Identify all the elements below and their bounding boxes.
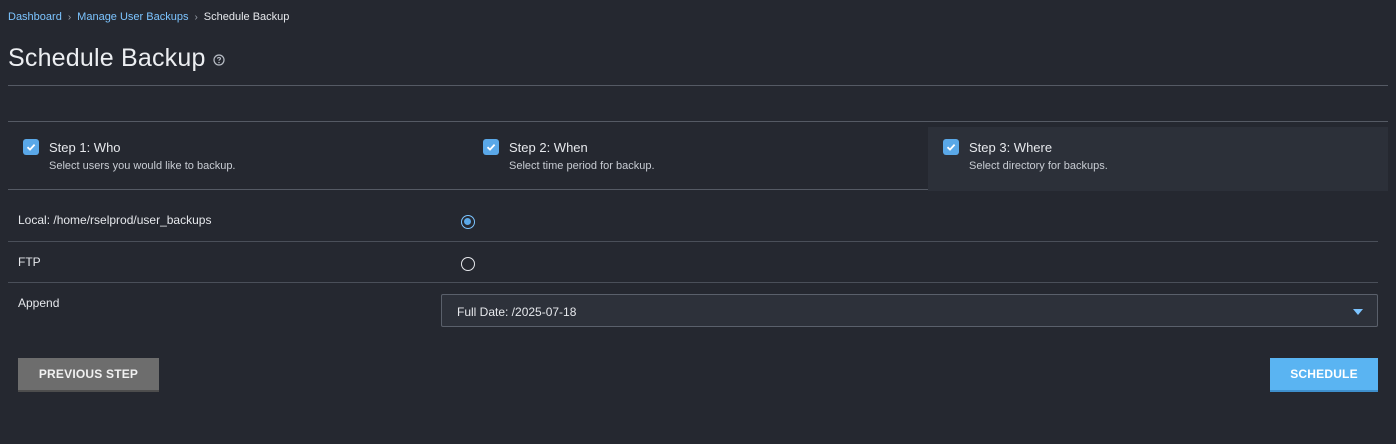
breadcrumb: Dashboard › Manage User Backups › Schedu… — [8, 11, 289, 23]
destination-ftp-label: FTP — [18, 255, 41, 269]
page-title: Schedule Backup — [8, 44, 206, 72]
breadcrumb-dashboard-link[interactable]: Dashboard — [8, 11, 62, 23]
breadcrumb-current: Schedule Backup — [203, 11, 290, 23]
previous-step-button[interactable]: PREVIOUS STEP — [18, 358, 159, 392]
destination-ftp-radio[interactable] — [461, 257, 475, 271]
step-title: Step 1: Who — [49, 140, 121, 155]
destination-local-label: Local: /home/rselprod/user_backups — [18, 213, 212, 227]
append-label: Append — [18, 296, 60, 310]
append-select[interactable]: Full Date: /2025-07-18 — [441, 294, 1378, 327]
help-circle-icon[interactable] — [212, 53, 225, 66]
step-when[interactable]: Step 2: When Select time period for back… — [468, 122, 928, 190]
destination-local-radio[interactable] — [461, 215, 475, 229]
breadcrumb-separator: › — [67, 11, 72, 23]
step-subtitle: Select time period for backup. — [509, 160, 655, 172]
step-subtitle: Select users you would like to backup. — [49, 160, 236, 172]
page-header: Schedule Backup — [8, 44, 225, 73]
divider — [8, 282, 1378, 283]
append-select-value: Full Date: /2025-07-18 — [457, 305, 577, 319]
breadcrumb-manage-user-backups-link[interactable]: Manage User Backups — [77, 11, 188, 23]
schedule-button[interactable]: SCHEDULE — [1270, 358, 1378, 392]
step-title: Step 2: When — [509, 140, 588, 155]
wizard-steps: Step 1: Who Select users you would like … — [8, 122, 1388, 191]
check-icon — [23, 139, 39, 155]
step-where[interactable]: Step 3: Where Select directory for backu… — [928, 127, 1388, 191]
step-who[interactable]: Step 1: Who Select users you would like … — [8, 122, 468, 190]
check-icon — [943, 139, 959, 155]
check-icon — [483, 139, 499, 155]
step-title: Step 3: Where — [969, 140, 1053, 155]
divider — [8, 241, 1378, 242]
divider — [8, 85, 1388, 86]
breadcrumb-separator: › — [194, 11, 198, 23]
step-subtitle: Select directory for backups. — [969, 160, 1108, 172]
caret-down-icon — [1353, 309, 1363, 315]
